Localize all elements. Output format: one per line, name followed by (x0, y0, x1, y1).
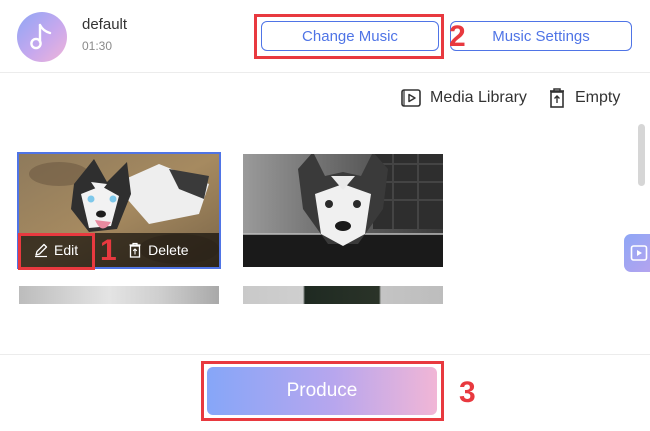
empty-button[interactable]: Empty (547, 86, 620, 110)
trash-icon (127, 242, 143, 258)
media-item-1[interactable]: Edit Delete (17, 152, 221, 269)
media-library-label: Media Library (430, 89, 527, 106)
step-marker-1: 1 (100, 234, 117, 267)
trash-icon (547, 87, 567, 109)
change-music-button[interactable]: Change Music (261, 21, 439, 51)
scrollbar-thumb[interactable] (638, 124, 645, 186)
music-note-icon (17, 12, 67, 62)
music-bar: default 01:30 Change Music Music Setting… (0, 0, 650, 73)
empty-label: Empty (575, 89, 621, 106)
music-settings-button[interactable]: Music Settings (450, 21, 632, 51)
media-item-actions: Edit Delete (19, 233, 219, 267)
produce-button[interactable]: Produce (207, 367, 437, 415)
track-duration: 01:30 (82, 39, 113, 53)
step-marker-3: 3 (459, 376, 476, 409)
delete-label: Delete (148, 242, 189, 258)
edit-button[interactable]: Edit (33, 242, 78, 258)
media-library-icon (400, 88, 422, 108)
media-library-button[interactable]: Media Library (400, 86, 527, 110)
step-marker-2: 2 (449, 20, 466, 53)
media-item-2[interactable] (243, 154, 443, 267)
husky-photo-2 (243, 154, 443, 267)
pencil-icon (33, 242, 49, 258)
media-item-3[interactable] (19, 286, 219, 304)
play-icon (630, 244, 648, 262)
media-item-4[interactable] (243, 286, 443, 304)
track-title: default (82, 16, 128, 33)
edit-label: Edit (54, 242, 79, 258)
delete-button[interactable]: Delete (127, 242, 189, 258)
side-panel-toggle[interactable] (624, 234, 650, 272)
